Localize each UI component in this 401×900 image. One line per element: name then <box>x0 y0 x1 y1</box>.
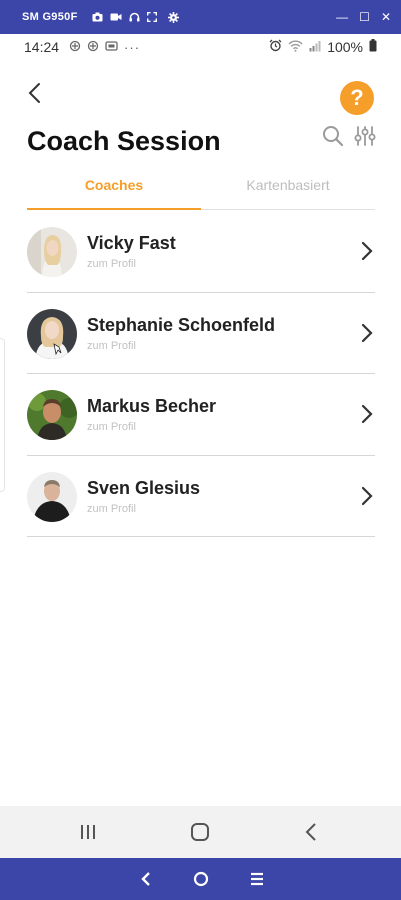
back-button[interactable] <box>22 80 46 106</box>
android-nav-bar <box>0 806 401 858</box>
coach-profile-link[interactable]: zum Profil <box>87 340 136 352</box>
minimize-button[interactable]: — <box>336 10 348 24</box>
filter-button[interactable] <box>353 124 377 148</box>
menu-icon[interactable] <box>249 871 265 887</box>
coach-name: Markus Becher <box>87 396 217 416</box>
coach-profile-link[interactable]: zum Profil <box>87 503 136 515</box>
home-icon[interactable] <box>190 822 210 842</box>
avatar <box>27 390 77 440</box>
app-icon <box>105 40 118 55</box>
battery-level: 100% <box>327 39 363 55</box>
tab-divider <box>201 209 375 210</box>
tab-coaches[interactable]: Coaches <box>27 172 201 210</box>
tab-kartenbasiert[interactable]: Kartenbasiert <box>201 172 375 210</box>
coach-profile-link[interactable]: zum Profil <box>87 421 136 433</box>
page-title: Coach Session <box>27 126 221 156</box>
chevron-right-icon <box>361 241 373 261</box>
search-icon <box>323 126 344 147</box>
back-icon[interactable] <box>138 870 154 888</box>
chevron-left-icon <box>28 83 40 103</box>
more-dots-icon: ··· <box>124 39 141 55</box>
system-status: 100% <box>269 34 377 60</box>
back-icon[interactable] <box>303 822 319 842</box>
chevron-right-icon <box>361 323 373 342</box>
home-icon[interactable] <box>192 870 210 888</box>
avatar <box>27 471 77 522</box>
close-button[interactable]: ✕ <box>381 10 391 24</box>
coach-profile-link[interactable]: zum Profil <box>87 258 136 270</box>
maximize-button[interactable]: ☐ <box>359 10 370 24</box>
coach-list: Vicky Fast zum Profil Stephanie Schoenfe… <box>27 211 375 537</box>
tab-bar: Coaches Kartenbasiert <box>27 172 375 212</box>
device-name: SM G950F <box>22 11 78 23</box>
coach-name: Vicky Fast <box>87 233 176 253</box>
status-bar: 14:24 ··· 100% <box>0 34 401 60</box>
help-button[interactable]: ? <box>340 81 374 115</box>
mirror-title-bar: SM G950F — ☐ ✕ <box>0 0 401 34</box>
chevron-right-icon <box>361 486 373 505</box>
wifi-icon <box>288 39 303 55</box>
video-icon[interactable] <box>110 12 122 22</box>
avatar <box>27 227 77 277</box>
chevron-right-icon <box>361 404 373 424</box>
coach-name: Stephanie Schoenfeld <box>87 314 276 335</box>
mirror-toolbar <box>92 11 179 23</box>
recent-apps-icon[interactable] <box>78 823 98 841</box>
search-button[interactable] <box>321 124 345 148</box>
avatar <box>27 308 77 359</box>
camera-icon[interactable] <box>92 12 103 22</box>
battery-icon <box>369 39 377 55</box>
mirror-nav-bar <box>0 858 401 900</box>
notification-icons: ··· <box>69 40 140 55</box>
alarm-icon <box>269 39 282 55</box>
coach-row[interactable]: Vicky Fast zum Profil <box>27 211 375 293</box>
coach-row[interactable]: Markus Becher zum Profil <box>27 374 375 456</box>
fullscreen-icon[interactable] <box>146 12 157 22</box>
coach-row[interactable]: Stephanie Schoenfeld zum Profil <box>27 293 375 374</box>
signal-icon <box>309 39 321 55</box>
coach-name: Sven Glesius <box>87 477 201 498</box>
settings-icon[interactable] <box>167 11 179 23</box>
headset-icon[interactable] <box>129 12 140 22</box>
sliders-icon <box>354 126 376 146</box>
edge-panel-handle[interactable] <box>0 338 5 492</box>
screen: SM G950F — ☐ ✕ 14:24 ··· 100% ? Coach Se… <box>0 0 401 900</box>
status-time: 14:24 <box>24 39 60 55</box>
window-controls: — ☐ ✕ <box>336 0 391 34</box>
app-icon <box>69 40 81 55</box>
coach-row[interactable]: Sven Glesius zum Profil <box>27 456 375 537</box>
app-icon <box>87 40 99 55</box>
active-tab-indicator <box>27 208 201 210</box>
